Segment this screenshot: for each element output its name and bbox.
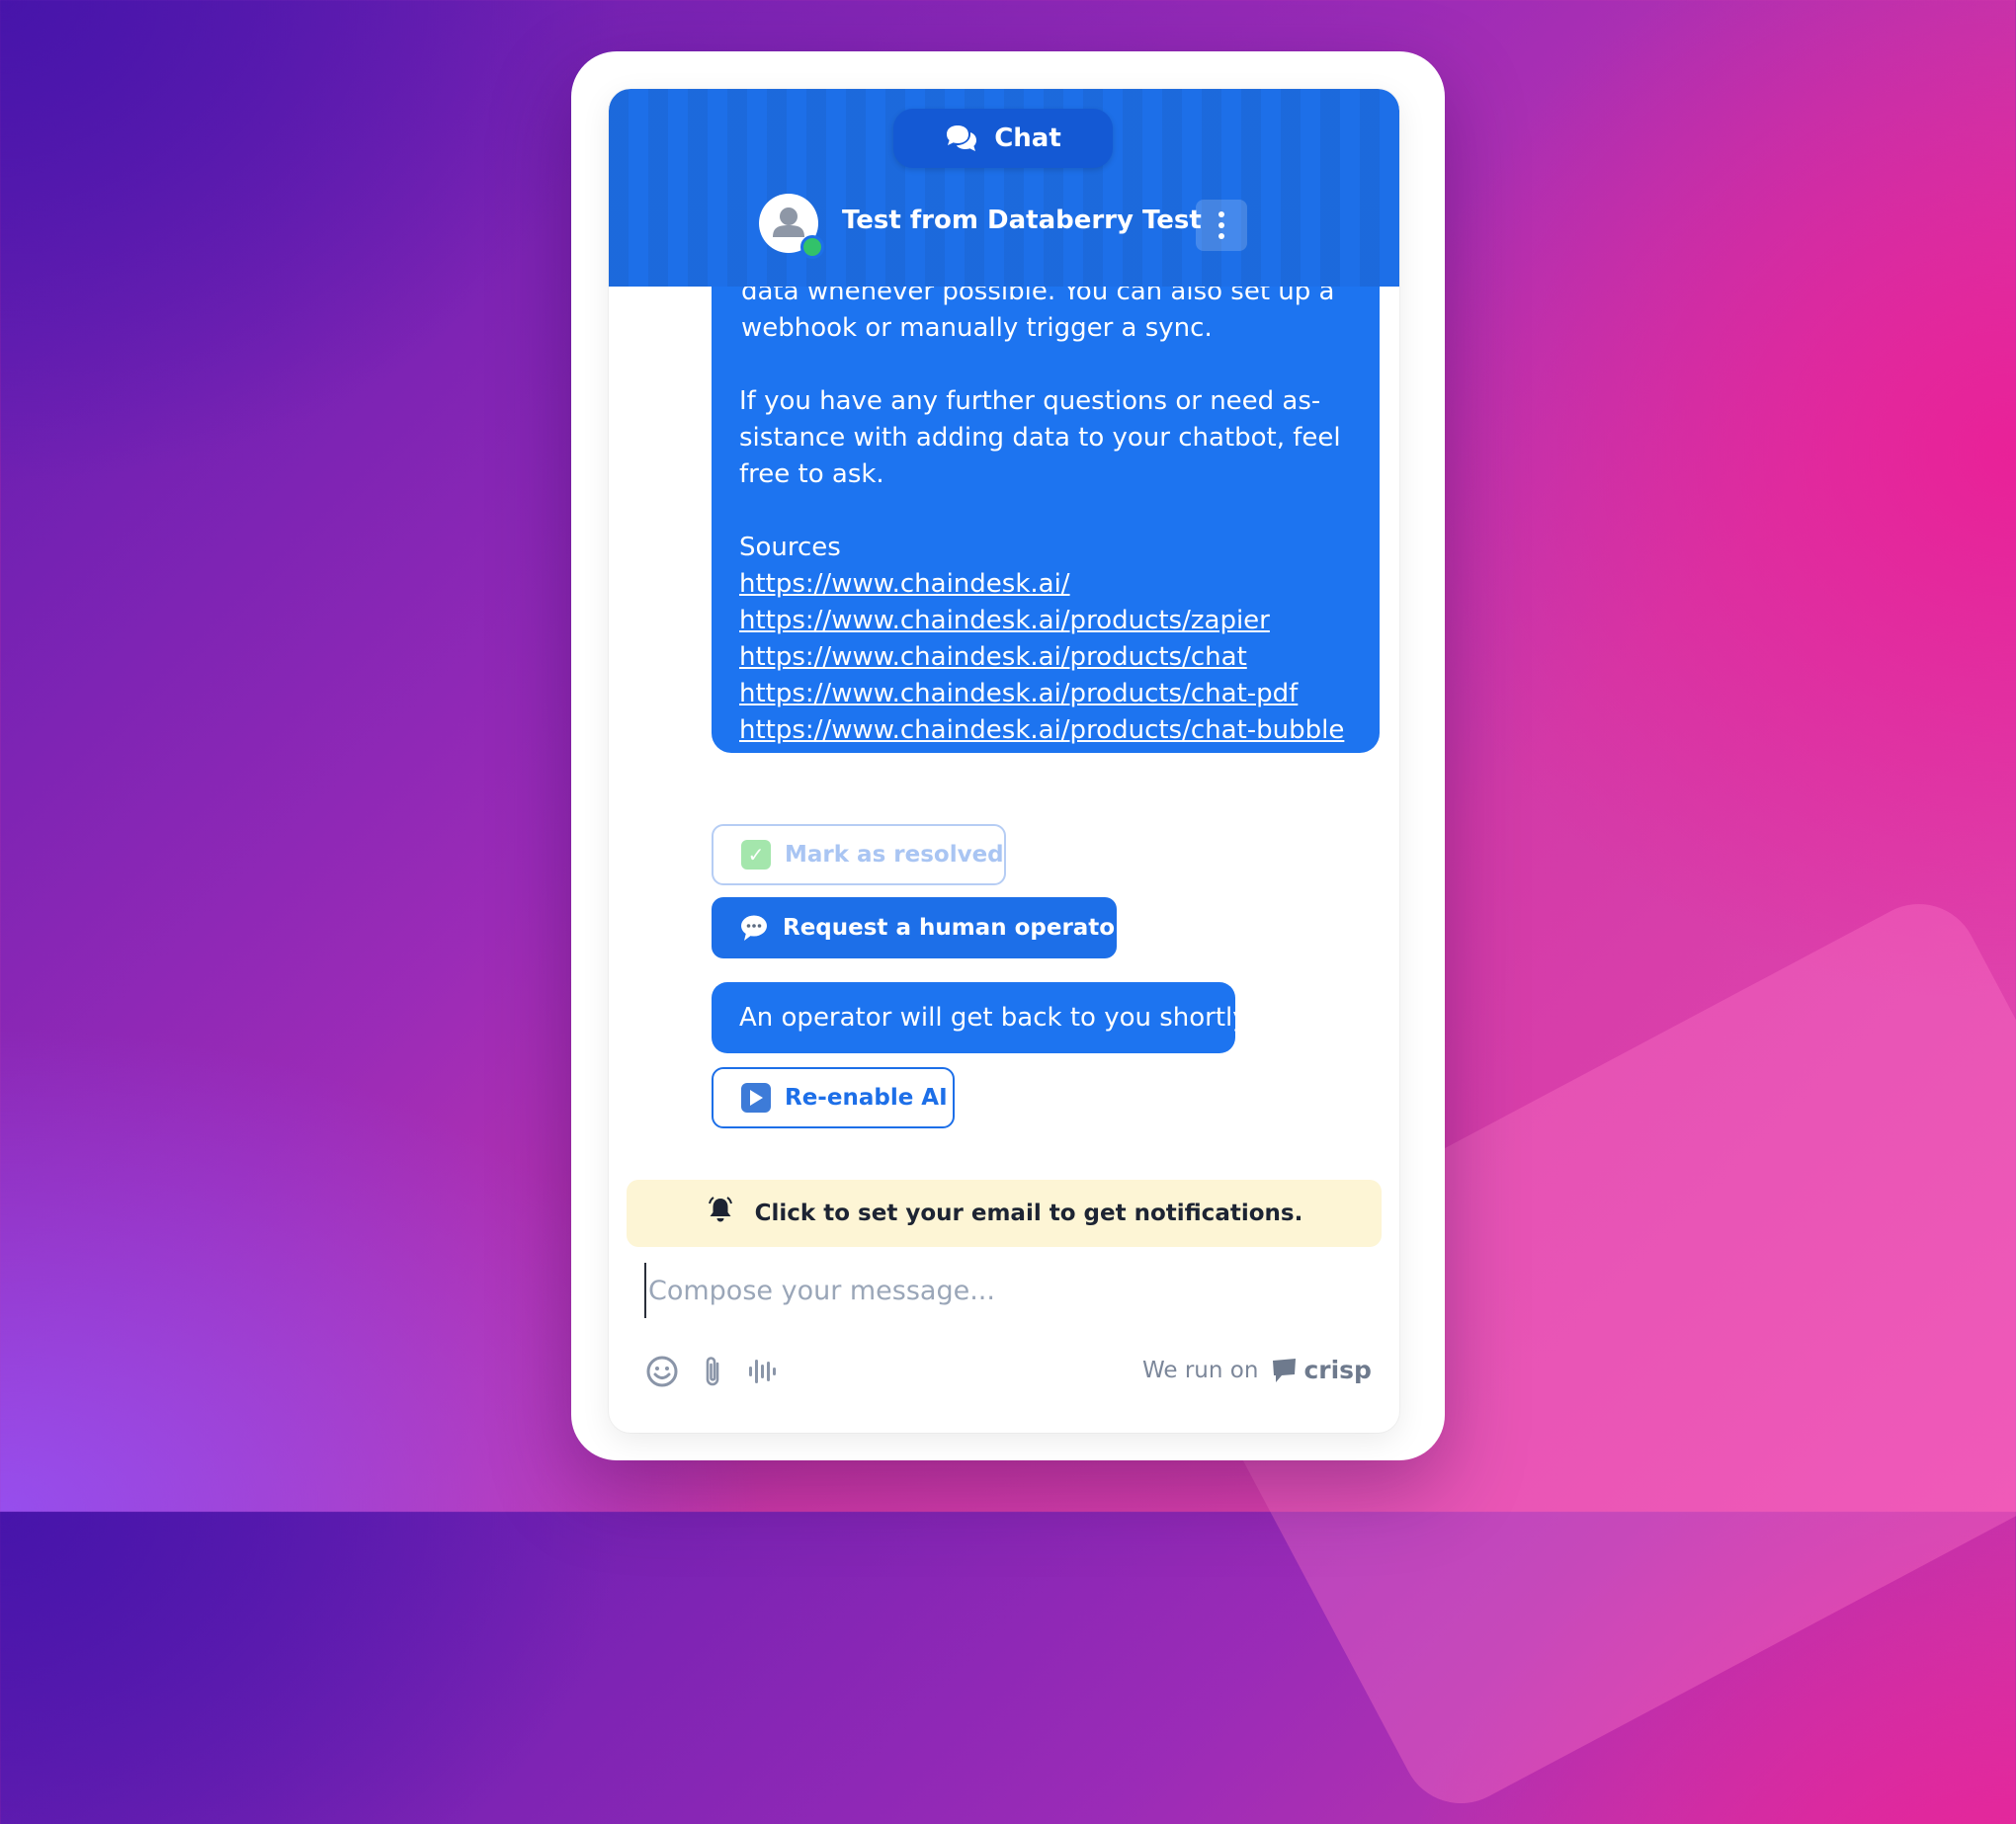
operator-reply-text: An operator will get back to you shortly… [739,1003,1253,1033]
crisp-brand-text: crisp [1303,1356,1372,1384]
emoji-icon[interactable] [644,1354,680,1389]
kebab-dot [1218,222,1224,228]
speech-bubble-icon [739,913,769,943]
bell-icon [706,1196,735,1231]
reenable-ai-button[interactable]: Re-enable AI [712,1067,955,1128]
operator-avatar [759,194,824,259]
tab-chat[interactable]: Chat [893,109,1113,168]
check-mark-icon: ✓ [741,840,771,870]
bot-answer-bubble: to date with your data. We synchronize y… [712,237,1380,753]
operator-reply-bubble: An operator will get back to you shortly… [712,982,1252,1053]
source-link[interactable]: https://www.chaindesk.ai/ [739,566,1344,603]
answer-paragraph: If you have any further questions or nee… [739,386,1341,489]
more-options-button[interactable] [1196,200,1247,251]
online-status-dot [800,235,824,259]
kebab-dot [1218,233,1224,239]
crisp-logo: crisp [1270,1356,1372,1384]
chat-header: Chat Test from Databerry Test [609,89,1399,287]
reenable-ai-label: Re-enable AI [785,1085,948,1111]
widget-frame: to date with your data. We synchronize y… [571,51,1445,1460]
powered-prefix: We run on [1142,1357,1259,1383]
sources-label: Sources [739,533,841,562]
message-input[interactable] [644,1263,1362,1318]
play-icon [741,1083,771,1113]
sources-list: https://www.chaindesk.ai/ https://www.ch… [739,566,1344,749]
voice-icon[interactable] [745,1354,781,1389]
mark-resolved-button[interactable]: ✓ Mark as resolved [712,824,1006,885]
tab-chat-label: Chat [994,124,1061,153]
powered-by[interactable]: We run on crisp [1142,1356,1372,1384]
chat-bubbles-icon [947,125,977,151]
mark-resolved-label: Mark as resolved [785,842,1004,868]
crisp-mark-icon [1273,1358,1297,1382]
operator-name: Test from Databerry Test [842,206,1202,235]
paperclip-icon[interactable] [696,1354,731,1389]
source-link[interactable]: https://www.chaindesk.ai/products/chat-p… [739,676,1344,712]
kebab-dot [1218,211,1224,217]
request-human-button[interactable]: Request a human operator [712,897,1126,958]
request-human-label: Request a human operator [783,915,1127,941]
source-link[interactable]: https://www.chaindesk.ai/products/chat [739,639,1344,676]
email-notification-banner[interactable]: Click to set your email to get notificat… [627,1180,1382,1247]
source-link[interactable]: https://www.chaindesk.ai/products/chat-b… [739,712,1344,749]
chat-panel: to date with your data. We synchronize y… [609,89,1399,1433]
notification-text: Click to set your email to get notificat… [754,1201,1303,1226]
source-link[interactable]: https://www.chaindesk.ai/products/zapier [739,603,1344,639]
